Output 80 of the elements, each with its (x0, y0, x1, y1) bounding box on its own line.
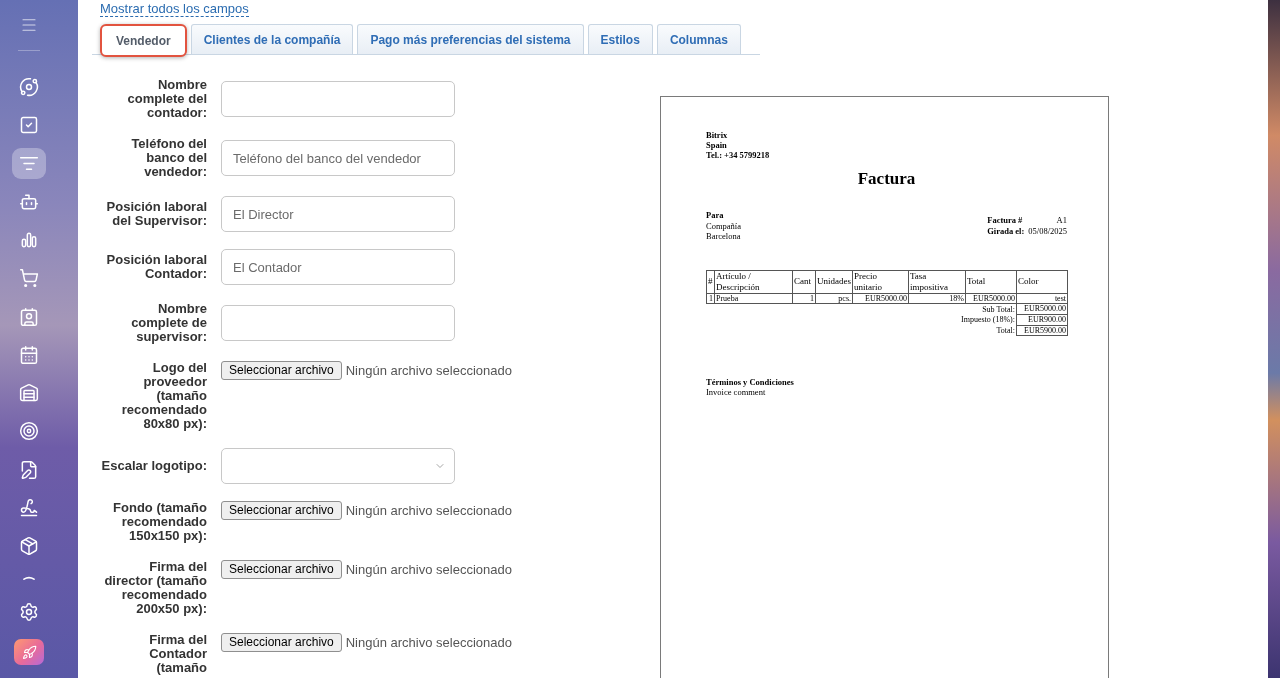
invoice-meta-label: Girada el: (987, 225, 1025, 237)
invoice-meta-value: A1 (1055, 214, 1067, 226)
table-cell: 18% (908, 293, 966, 304)
target-icon[interactable] (19, 421, 39, 442)
text-field[interactable]: El Contador (221, 249, 455, 285)
column-header: Unidades (815, 270, 853, 293)
table-cell: EUR5000.00 (965, 293, 1017, 304)
total-value: EUR5000.00 (1016, 303, 1068, 315)
recipient-heading: Para (706, 210, 724, 221)
text-field[interactable] (221, 81, 455, 117)
field-label: Posición laboral Contador: (105, 253, 207, 281)
column-header: Artículo / Descripción (714, 270, 793, 293)
invoice-meta-value: 05/08/2025 (1028, 225, 1067, 237)
menu-icon[interactable] (20, 16, 38, 34)
tab[interactable]: Estilos (587, 24, 653, 54)
field-label: Firma del director (tamaño recomendado 200x50 px): (103, 560, 207, 616)
table-cell: test (1016, 293, 1068, 304)
total-value: EUR900.00 (1016, 314, 1068, 325)
seller-line: Bitrix (706, 130, 728, 140)
field-label: Escalar logotipo: (101, 459, 207, 473)
column-header: # (706, 270, 715, 293)
select-field[interactable] (221, 448, 455, 484)
field-label: Teléfono del banco del vendedor: (130, 137, 207, 179)
file-status: Ningún archivo seleccionado (345, 502, 512, 520)
field-label: Posición laboral del Supervisor: (105, 200, 207, 228)
contact-card-icon[interactable] (19, 306, 39, 327)
table-cell: Prueba (714, 293, 793, 304)
file-status: Ningún archivo seleccionado (345, 362, 512, 380)
tab[interactable]: Pago más preferencias del sistema (357, 24, 584, 54)
filter-icon[interactable] (12, 148, 46, 180)
text-field[interactable]: El Director (221, 196, 455, 232)
table-cell: 1 (706, 293, 715, 304)
text-field[interactable] (221, 305, 455, 341)
invoice-title: Factura (857, 169, 916, 189)
arc-icon (23, 576, 35, 581)
file-button[interactable]: Seleccionar archivo (221, 633, 342, 653)
orbit-icon[interactable] (19, 77, 39, 98)
total-label: Impuesto (18%): (961, 315, 1015, 324)
file-button[interactable]: Seleccionar archivo (221, 501, 342, 521)
rocket-icon[interactable] (14, 639, 44, 666)
column-header: Cant (792, 270, 816, 293)
terms-heading: Términos y Condiciones (706, 377, 794, 387)
table-cell: 1 (792, 293, 816, 304)
invoice-meta-label: Factura # (987, 214, 1024, 226)
column-header: Precio unitario (852, 270, 909, 293)
tab[interactable]: Columnas (656, 24, 741, 54)
text-field[interactable]: Teléfono del banco del vendedor (221, 140, 455, 176)
file-button[interactable]: Seleccionar archivo (221, 560, 342, 580)
column-header: Total (965, 270, 1017, 293)
seller-line: Tel.: +34 5799218 (706, 150, 770, 160)
recipient-line: Barcelona (706, 231, 741, 242)
warehouse-icon[interactable] (19, 383, 39, 404)
checkbox-icon[interactable] (19, 115, 39, 136)
seller-line: Spain (706, 140, 727, 150)
field-label: Firma del Contador (tamaño (148, 633, 207, 675)
field-label: Logo del proveedor (tamaño recomendado 80x80 px): (120, 361, 207, 431)
cart-icon[interactable] (19, 268, 39, 289)
table-cell: EUR5000.00 (852, 293, 909, 304)
total-value: EUR5900.00 (1016, 325, 1068, 336)
calendar-icon[interactable] (19, 344, 39, 365)
total-label: Total: (996, 325, 1015, 335)
column-header: Color (1016, 270, 1068, 293)
table-cell: pcs. (815, 293, 853, 304)
file-status: Ningún archivo seleccionado (345, 634, 512, 652)
settings-icon[interactable] (19, 602, 39, 623)
field-label: Nombre complete de supervisor: (130, 302, 207, 344)
file-status: Ningún archivo seleccionado (345, 561, 512, 579)
signature-icon[interactable] (19, 497, 39, 518)
tab[interactable]: Vendedor (100, 24, 187, 57)
tab[interactable]: Clientes de la compañía (190, 24, 354, 54)
field-label: Fondo (tamaño recomendado 150x150 px): (112, 501, 207, 543)
field-label: Nombre complete del contador: (126, 78, 207, 120)
recipient-line: Compañía (706, 220, 741, 231)
package-icon[interactable] (19, 536, 39, 557)
show-all-fields-link[interactable]: Mostrar todos los campos (100, 1, 249, 17)
document-pen-icon[interactable] (19, 459, 39, 480)
terms-text: Invoice comment (706, 387, 766, 397)
total-label: Sub Total: (982, 304, 1015, 314)
file-button[interactable]: Seleccionar archivo (221, 361, 342, 381)
column-header: Tasa impositiva (908, 270, 966, 293)
